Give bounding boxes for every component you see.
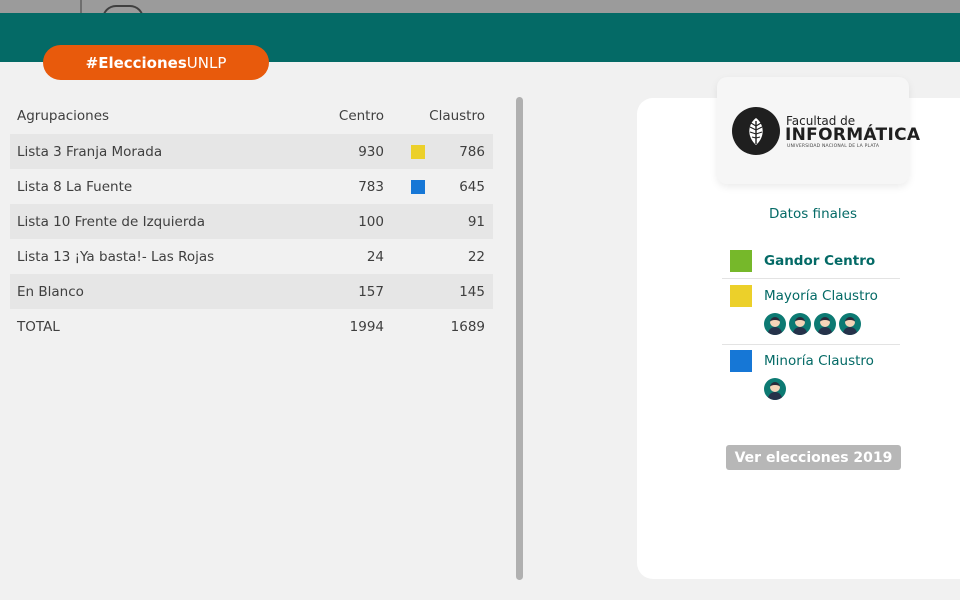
row-claustro: 22	[467, 248, 485, 265]
row-claustro: 1689	[450, 318, 485, 335]
header-centro: Centro	[338, 108, 384, 124]
blue-marker-icon	[411, 179, 426, 194]
person-avatar-icon	[764, 313, 786, 335]
legend-label: Gandor Centro	[764, 253, 876, 269]
row-name: Lista 13 ¡Ya basta!- Las Rojas	[17, 248, 215, 265]
row-claustro: 145	[459, 283, 485, 300]
row-name: TOTAL	[17, 318, 60, 335]
row-centro: 157	[358, 283, 384, 300]
logo-line-3: UNIVERSIDAD NACIONAL DE LA PLATA	[787, 144, 880, 149]
row-name: Lista 3 Franja Morada	[17, 143, 163, 160]
row-claustro: 786	[459, 143, 485, 160]
faculty-logo-card: Facultad de INFORMÁTICA UNIVERSIDAD NACI…	[717, 77, 920, 184]
logo-line-2: INFORMÁTICA	[785, 125, 921, 145]
header-claustro: Claustro	[429, 108, 485, 124]
hashtag-rest: UNLP	[186, 53, 227, 72]
row-centro: 100	[358, 213, 384, 230]
person-avatar-icon	[814, 313, 836, 335]
yellow-square-icon	[730, 285, 752, 307]
legend-label: Mayoría Claustro	[764, 288, 878, 304]
row-centro: 24	[366, 248, 384, 265]
table-row: Lista 8 La Fuente 783 645	[10, 169, 493, 204]
person-avatar-icon	[839, 313, 861, 335]
row-centro: 930	[358, 143, 384, 160]
person-avatar-icon	[764, 378, 786, 400]
table-row: En Blanco 157 145	[10, 274, 493, 309]
table-row: Lista 10 Frente de Izquierda 100 91	[10, 204, 493, 239]
yellow-marker-icon	[411, 144, 426, 159]
scrollbar[interactable]	[516, 97, 523, 580]
row-name: Lista 8 La Fuente	[17, 178, 133, 195]
hashtag-pill[interactable]: #Elecciones UNLP	[43, 45, 269, 80]
legend-divider	[722, 278, 900, 279]
person-avatar-icon	[789, 313, 811, 335]
seat-avatars	[764, 313, 861, 335]
legend-divider	[722, 344, 900, 345]
top-divider	[80, 0, 82, 13]
hashtag-bold: #Elecciones	[85, 53, 187, 72]
legend-label: Minoría Claustro	[764, 353, 874, 369]
leaf-logo-icon	[732, 107, 780, 155]
table-row: Lista 13 ¡Ya basta!- Las Rojas 24 22	[10, 239, 493, 274]
table-total-row: TOTAL 1994 1689	[10, 309, 493, 344]
row-name: En Blanco	[17, 283, 84, 300]
final-data-title: Datos finales	[769, 206, 857, 222]
row-claustro: 91	[467, 213, 485, 230]
header-agrupaciones: Agrupaciones	[17, 108, 110, 124]
blue-square-icon	[730, 350, 752, 372]
seat-avatars	[764, 378, 786, 400]
row-centro: 783	[358, 178, 384, 195]
row-name: Lista 10 Frente de Izquierda	[17, 213, 205, 230]
table-row: Lista 3 Franja Morada 930 786	[10, 134, 493, 169]
table-header-row: Agrupaciones Centro Claustro	[10, 98, 493, 134]
row-claustro: 645	[459, 178, 485, 195]
browser-top-strip	[0, 0, 960, 19]
results-table: Agrupaciones Centro Claustro Lista 3 Fra…	[10, 98, 493, 344]
ver-elecciones-2019-button[interactable]: Ver elecciones 2019	[726, 445, 901, 470]
green-square-icon	[730, 250, 752, 272]
row-centro: 1994	[349, 318, 384, 335]
